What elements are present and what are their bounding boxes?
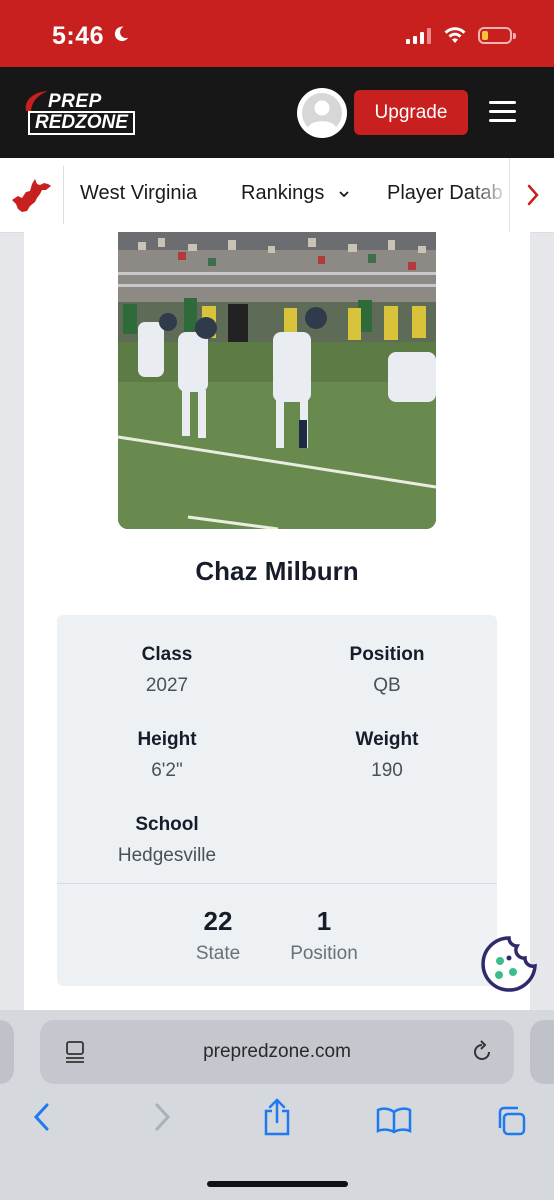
address-bar[interactable]: prepredzone.com (40, 1020, 514, 1084)
clock-time: 5:46 (52, 22, 105, 50)
player-profile-card: Chaz Milburn Class 2027 Position QB Heig… (24, 232, 530, 1022)
state-rank-number: 22 (203, 906, 233, 936)
hamburger-menu-icon[interactable] (489, 101, 516, 123)
stats-divider (57, 883, 497, 884)
bookmarks-book-icon[interactable] (376, 1106, 412, 1134)
position-label: Position (349, 644, 425, 665)
prep-redzone-logo[interactable]: PREP REDZONE (22, 91, 150, 135)
battery-low-icon (478, 27, 516, 44)
home-indicator (207, 1181, 348, 1187)
player-name: Chaz Milburn (195, 556, 359, 586)
share-icon[interactable] (262, 1098, 292, 1136)
moon-icon (114, 26, 129, 42)
nav-item-west-virginia[interactable]: West Virginia (80, 182, 197, 205)
url-text: prepredzone.com (203, 1041, 351, 1062)
height-value: 6'2" (151, 760, 183, 781)
nav-fade (470, 158, 510, 232)
school-label: School (135, 814, 199, 835)
weight-label: Weight (355, 729, 419, 750)
logo-text-prep: PREP (48, 91, 102, 112)
logo-text-redzone: REDZONE (28, 111, 135, 135)
school-value[interactable]: Hedgesville (57, 845, 277, 867)
upgrade-button[interactable]: Upgrade (354, 90, 468, 135)
chevron-down-icon (339, 191, 349, 197)
position-rank-label: Position (290, 943, 358, 964)
class-value: 2027 (145, 675, 189, 696)
nav-divider (63, 166, 64, 224)
previous-tab-preview[interactable] (0, 1020, 14, 1084)
west-virginia-map-icon[interactable] (10, 176, 52, 214)
wifi-icon (444, 27, 466, 43)
state-rank-label: State (195, 943, 241, 964)
next-tab-preview[interactable] (530, 1020, 554, 1084)
position-value: QB (373, 675, 401, 696)
weight-value: 190 (371, 760, 403, 781)
player-photo (118, 232, 436, 529)
nav-item-rankings[interactable]: Rankings (241, 182, 350, 205)
cellular-signal-icon (406, 28, 431, 44)
forward-arrow-icon[interactable] (152, 1102, 172, 1132)
tabs-icon[interactable] (494, 1104, 528, 1138)
class-label: Class (141, 644, 193, 665)
user-avatar-icon[interactable] (297, 88, 347, 138)
browser-bottom-bar: prepredzone.com (0, 1010, 554, 1200)
nav-item-rankings-label: Rankings (241, 182, 325, 204)
player-details-panel: Class 2027 Position QB Height 6'2" Weigh… (57, 615, 497, 986)
reload-icon[interactable] (470, 1040, 494, 1064)
nav-scroll-right-button[interactable] (509, 158, 554, 232)
position-rank-number: 1 (316, 906, 332, 936)
back-arrow-icon[interactable] (32, 1102, 52, 1132)
site-header: PREP REDZONE Upgrade (0, 67, 554, 158)
status-bar: 5:46 (0, 0, 554, 67)
height-label: Height (137, 729, 197, 750)
chevron-right-icon (527, 184, 539, 206)
sub-navigation: West Virginia Rankings Player Datab (0, 158, 554, 233)
cookie-icon[interactable] (479, 934, 539, 994)
